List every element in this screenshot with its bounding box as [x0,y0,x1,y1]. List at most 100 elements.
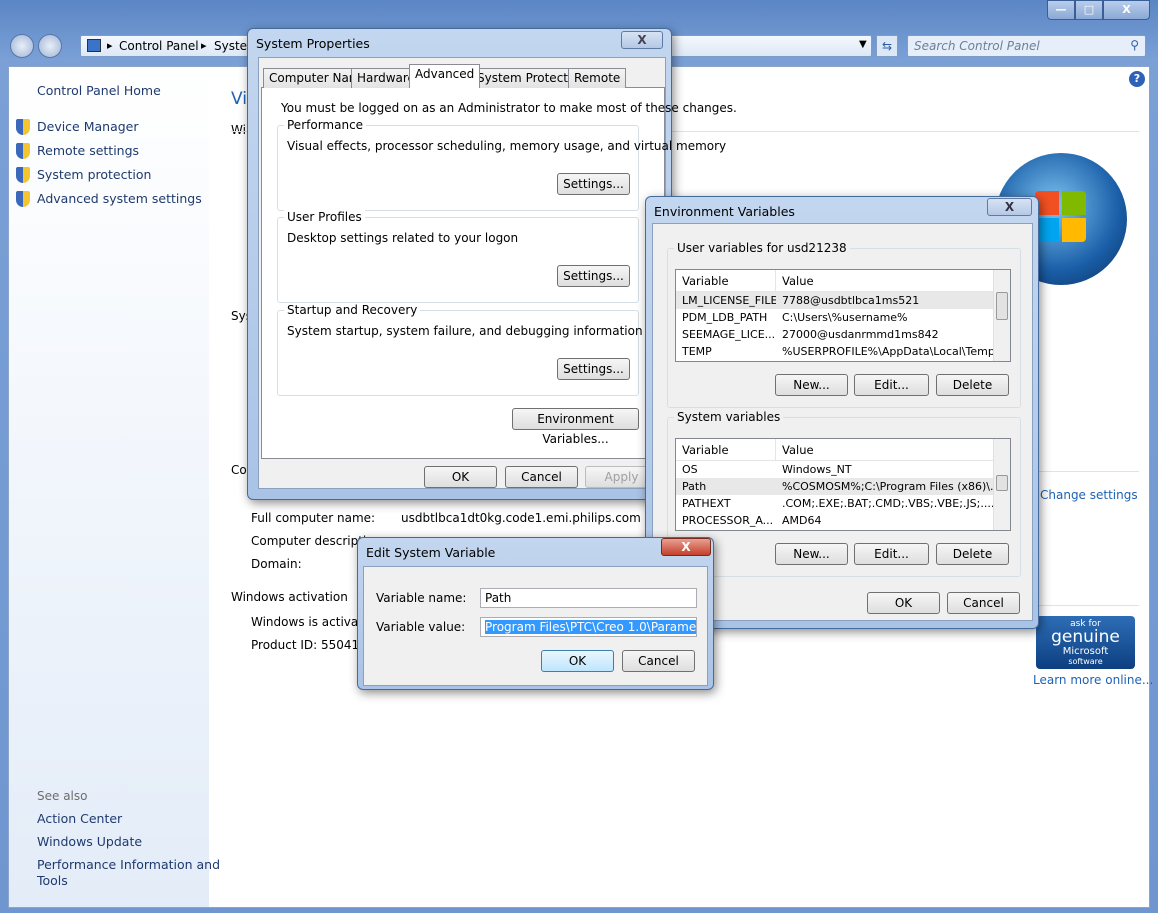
column-value[interactable]: Value [776,270,814,291]
startup-settings-button[interactable]: Settings... [557,358,630,380]
close-button[interactable]: X [987,198,1032,216]
search-input[interactable]: Search Control Panel ⚲ [907,35,1146,57]
list-header: Variable Value [676,270,1010,292]
divider [1039,471,1139,472]
list-item[interactable]: PDM_LDB_PATH C:\Users\%username% [676,309,1010,326]
chevron-down-icon[interactable]: ▼ [859,39,867,50]
user-variables-title: User variables for usd21238 [674,241,850,255]
sidebar-item-advanced[interactable]: Advanced system settings [37,191,202,206]
tab-advanced[interactable]: Advanced [409,64,481,88]
group-title: Performance [284,118,367,132]
sidebar: Control Panel Home Device Manager Remote… [9,67,220,907]
performance-settings-button[interactable]: Settings... [557,173,630,195]
group-desc: System startup, system failure, and debu… [287,324,643,338]
link-performance-tools[interactable]: Tools [37,873,68,888]
user-edit-button[interactable]: Edit... [854,374,929,396]
list-item[interactable]: LM_LICENSE_FILE 7788@usdbtlbca1ms521 [676,292,1010,309]
shield-icon [16,191,30,207]
list-item[interactable]: Path %COSMOSM%;C:\Program Files (x86)\... [676,478,1010,495]
sidebar-home[interactable]: Control Panel Home [37,83,161,98]
full-name-value: usdbtlbca1dt0kg.code1.emi.philips.com [401,511,641,525]
startup-recovery-group: Startup and Recovery System startup, sys… [277,303,643,396]
scrollbar[interactable] [993,270,1010,361]
back-button[interactable] [10,34,34,58]
scrollbar-thumb[interactable] [996,292,1008,320]
system-delete-button[interactable]: Delete [936,543,1009,565]
scrollbar-thumb[interactable] [996,475,1008,491]
user-delete-button[interactable]: Delete [936,374,1009,396]
refresh-icon[interactable]: ⇆ [876,35,898,57]
section-windows-edition: Wi [231,123,246,137]
user-variables-list[interactable]: Variable Value LM_LICENSE_FILE 7788@usdbtl… [675,269,1011,362]
minimize-button[interactable]: — [1047,0,1075,20]
link-action-center[interactable]: Action Center [37,811,122,826]
sidebar-item-remote-settings[interactable]: Remote settings [37,143,139,158]
user-profiles-settings-button[interactable]: Settings... [557,265,630,287]
user-new-button[interactable]: New... [775,374,848,396]
variable-value-label: Variable value: [376,620,466,634]
list-item[interactable]: PATHEXT .COM;.EXE;.BAT;.CMD;.VBS;.VBE;.JS… [676,495,1010,512]
advanced-tab-panel: You must be logged on as an Administrato… [261,87,737,459]
description-label: Computer descriptio [251,534,374,548]
scrollbar[interactable] [993,439,1010,530]
column-value[interactable]: Value [776,439,814,460]
sidebar-item-system-protection[interactable]: System protection [37,167,151,182]
cancel-button[interactable]: Cancel [505,466,578,488]
column-variable[interactable]: Variable [676,270,776,291]
variable-name-input[interactable]: Path [480,588,697,608]
list-item[interactable]: PROCESSOR_A... AMD64 [676,512,1010,529]
variable-name-label: Variable name: [376,591,467,605]
variable-value-input[interactable]: Program Files\PTC\Creo 1.0\Parametric\bi… [480,617,697,637]
help-icon[interactable]: ? [1129,71,1145,87]
tab-remote[interactable]: Remote [568,68,627,88]
ok-button[interactable]: OK [541,650,614,672]
column-variable[interactable]: Variable [676,439,776,460]
genuine-microsoft: Microsoft [1062,646,1109,657]
search-placeholder: Search Control Panel [914,39,1040,53]
list-item[interactable]: OS Windows_NT [676,461,1010,478]
system-new-button[interactable]: New... [775,543,848,565]
close-button[interactable]: X [1103,0,1150,20]
maximize-button[interactable]: □ [1075,0,1103,20]
link-windows-update[interactable]: Windows Update [37,834,142,849]
group-title: Startup and Recovery [284,303,421,317]
genuine-word: genuine [1051,627,1120,647]
dialog-title: Edit System Variable [366,545,496,560]
change-settings-link[interactable]: Change settings [1040,488,1138,502]
divider [1039,605,1139,606]
environment-variables-button[interactable]: Environment Variables... [512,408,639,446]
admin-note: You must be logged on as an Administrato… [281,101,737,115]
system-variables-list[interactable]: Variable Value OS Windows_NT Path %COSMOSM%… [675,438,1011,531]
list-item[interactable]: TEMP %USERPROFILE%\AppData\Local\Temp [676,343,1010,360]
ok-button[interactable]: OK [424,466,497,488]
link-performance[interactable]: Performance Information and [37,857,220,872]
cancel-button[interactable]: Cancel [947,592,1020,614]
ok-button[interactable]: OK [867,592,940,614]
activation-heading: Windows activation [231,590,348,604]
list-item[interactable]: SEEMAGE_LICE... 27000@usdanrmmd1ms842 [676,326,1010,343]
cancel-button[interactable]: Cancel [622,650,695,672]
search-icon: ⚲ [1130,38,1139,52]
selected-value-text[interactable]: Program Files\PTC\Creo 1.0\Parametric\bi… [485,620,696,634]
see-also-label: See also [37,789,88,803]
system-edit-button[interactable]: Edit... [854,543,929,565]
shield-icon [16,143,30,159]
dialog-body: Variable name: Path Variable value: Prog… [363,566,708,686]
dialog-title: Environment Variables [654,204,795,219]
sidebar-item-device-manager[interactable]: Device Manager [37,119,139,134]
performance-group: Performance Visual effects, processor sc… [277,118,726,211]
system-properties-dialog: System Properties X You must be logged o… [247,28,737,500]
group-desc: Visual effects, processor scheduling, me… [287,139,727,153]
close-button[interactable]: X [621,31,663,49]
group-desc: Desktop settings related to your logon [287,231,519,245]
system-variables-title: System variables [674,410,784,424]
genuine-microsoft-badge[interactable]: ask for genuine Microsoft software [1036,616,1135,669]
learn-more-link[interactable]: Learn more online... [1033,673,1153,687]
breadcrumb-separator-icon: ▸ [201,39,207,52]
breadcrumb-control-panel[interactable]: Control Panel [119,39,199,53]
close-button[interactable]: X [661,538,711,556]
full-name-label: Full computer name: [251,511,376,525]
forward-button[interactable] [38,34,62,58]
product-id: Product ID: 55041-0 [251,638,372,652]
user-profiles-group: User Profiles Desktop settings related t… [277,210,639,303]
